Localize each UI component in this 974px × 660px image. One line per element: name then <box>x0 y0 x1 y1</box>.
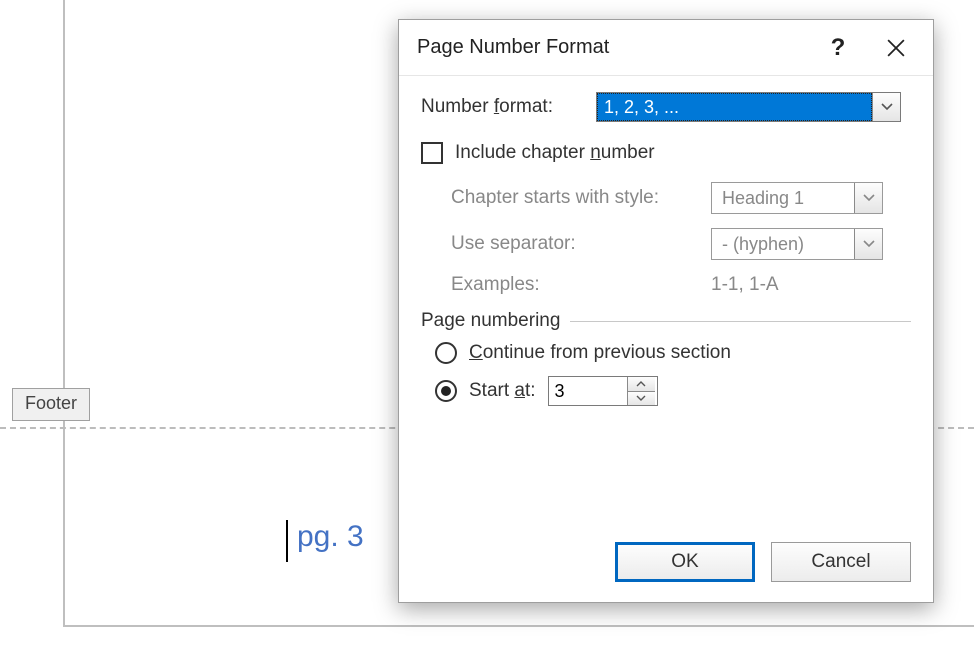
chapter-style-dropdown-button[interactable] <box>854 183 882 213</box>
continue-radio[interactable] <box>435 342 457 364</box>
help-button[interactable]: ? <box>809 24 867 72</box>
number-format-value[interactable]: 1, 2, 3, ... <box>597 93 872 121</box>
spinner-up-button[interactable] <box>628 377 655 392</box>
examples-label: Examples: <box>451 274 711 296</box>
text-cursor <box>286 520 288 562</box>
number-format-dropdown-button[interactable] <box>872 93 900 121</box>
chevron-down-icon <box>863 240 875 248</box>
separator-combo[interactable]: - (hyphen) <box>711 228 883 260</box>
chevron-down-icon <box>863 194 875 202</box>
page-number-format-dialog: Page Number Format ? Number format: 1, 2… <box>398 19 934 603</box>
chapter-style-combo[interactable]: Heading 1 <box>711 182 883 214</box>
chevron-down-icon <box>636 395 646 401</box>
ok-button[interactable]: OK <box>615 542 755 582</box>
continue-label: Continue from previous section <box>469 342 731 364</box>
include-chapter-label: Include chapter number <box>455 142 655 164</box>
close-icon <box>887 39 905 57</box>
separator-dropdown-button[interactable] <box>854 229 882 259</box>
chapter-style-value: Heading 1 <box>712 183 854 213</box>
chevron-down-icon <box>881 103 893 111</box>
examples-value: 1-1, 1-A <box>711 274 779 296</box>
start-at-input[interactable] <box>549 377 627 405</box>
dialog-titlebar: Page Number Format ? <box>399 20 933 76</box>
start-at-spinner[interactable] <box>548 376 658 406</box>
number-format-combo[interactable]: 1, 2, 3, ... <box>596 92 901 122</box>
number-format-label: Number format: <box>421 96 596 118</box>
cancel-button[interactable]: Cancel <box>771 542 911 582</box>
page-number-field[interactable]: pg. 3 <box>297 520 364 554</box>
group-separator-line <box>570 321 911 322</box>
chapter-style-label: Chapter starts with style: <box>451 187 711 209</box>
separator-label: Use separator: <box>451 233 711 255</box>
spinner-down-button[interactable] <box>628 392 655 406</box>
include-chapter-checkbox[interactable] <box>421 142 443 164</box>
dialog-title: Page Number Format <box>417 36 809 59</box>
chevron-up-icon <box>636 381 646 387</box>
start-at-label: Start at: <box>469 380 536 402</box>
separator-value: - (hyphen) <box>712 229 854 259</box>
page-numbering-group-label: Page numbering <box>421 310 560 332</box>
footer-tag[interactable]: Footer <box>12 388 90 421</box>
start-at-radio[interactable] <box>435 380 457 402</box>
close-button[interactable] <box>867 24 925 72</box>
